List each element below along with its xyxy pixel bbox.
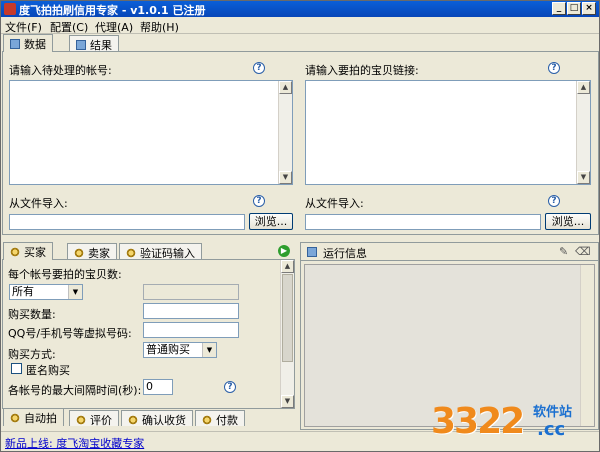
accounts-file-input[interactable] — [9, 214, 245, 230]
buyer-panel: 每个帐号要拍的宝贝数: 所有 ▼ 购买数量: QQ号/手机号等虚拟号码: 购买方… — [2, 259, 295, 409]
links-help-icon[interactable]: ? — [548, 62, 560, 74]
gear-icon — [10, 247, 20, 257]
links-textarea[interactable]: ▲ ▼ — [305, 80, 591, 185]
scroll-down-icon[interactable]: ▼ — [279, 171, 292, 184]
qq-input[interactable] — [143, 322, 239, 338]
watermark-site: 软件站 — [533, 405, 573, 420]
method-select-value: 普通购买 — [146, 343, 190, 356]
links-scrollbar[interactable]: ▲ ▼ — [576, 81, 590, 184]
tab-payment-label: 付款 — [216, 414, 238, 427]
accounts-import-label: 从文件导入: — [9, 197, 68, 210]
app-logo-icon — [4, 3, 16, 15]
menu-help[interactable]: 帮助(H) — [140, 19, 179, 35]
minimize-button[interactable]: _ — [552, 2, 566, 15]
scroll-up-icon[interactable]: ▲ — [577, 81, 590, 94]
tab-review-label: 评价 — [90, 414, 112, 427]
links-file-input[interactable] — [305, 214, 541, 230]
tab-data-label: 数据 — [24, 38, 46, 51]
maximize-button[interactable]: □ — [567, 2, 581, 15]
close-button[interactable]: × — [582, 2, 596, 15]
tab-results[interactable]: 结果 — [69, 35, 119, 52]
news-link[interactable]: 新品上线: 度飞淘宝收藏专家 — [5, 435, 144, 451]
role-tab-bar: 买家 卖家 验证码输入 ▶ — [1, 242, 297, 260]
items-select-value: 所有 — [12, 285, 34, 298]
tab-confirm-receipt-label: 确认收货 — [142, 414, 186, 427]
scroll-up-icon[interactable]: ▲ — [281, 260, 294, 273]
quantity-input[interactable] — [143, 303, 239, 319]
tab-captcha[interactable]: 验证码输入 — [119, 243, 202, 260]
accounts-scrollbar[interactable]: ▲ ▼ — [278, 81, 292, 184]
gear-icon — [76, 415, 86, 425]
play-icon[interactable]: ▶ — [278, 245, 290, 257]
tab-review[interactable]: 评价 — [69, 410, 119, 427]
data-panel: 请输入待处理的帐号: ? ▲ ▼ 从文件导入: ? 浏览... 请输入要拍的宝贝… — [2, 51, 599, 235]
scroll-down-icon[interactable]: ▼ — [281, 395, 294, 408]
chevron-down-icon: ▼ — [68, 285, 82, 299]
links-label: 请输入要拍的宝贝链接: — [305, 64, 419, 77]
accounts-help-icon[interactable]: ? — [253, 62, 265, 74]
tab-buyer-label: 买家 — [24, 246, 46, 259]
links-import-help-icon[interactable]: ? — [548, 195, 560, 207]
gear-icon — [74, 248, 84, 258]
info-icon — [307, 247, 317, 257]
watermark-number: 3322 — [431, 401, 525, 442]
interval-label: 各帐号的最大间隔时间(秒): — [8, 384, 142, 397]
app-window: 度飞拍拍刷信用专家 - v1.0.1 已注册 _ □ × 文件(F) 配置(C)… — [0, 0, 600, 452]
menu-config[interactable]: 配置(C) — [50, 19, 88, 35]
tab-buyer[interactable]: 买家 — [3, 242, 53, 260]
chevron-down-icon: ▼ — [202, 343, 216, 357]
tab-payment[interactable]: 付款 — [195, 410, 245, 427]
gear-icon — [10, 413, 20, 423]
interval-input[interactable]: 0 — [143, 379, 173, 395]
document-icon — [76, 40, 86, 50]
gear-icon — [128, 415, 138, 425]
accounts-textarea[interactable]: ▲ ▼ — [9, 80, 293, 185]
menu-bar: 文件(F) 配置(C) 代理(A) 帮助(H) — [1, 17, 599, 35]
watermark-domain: .cc — [537, 419, 566, 440]
items-count-input — [143, 284, 239, 300]
buyer-panel-scrollbar[interactable]: ▲ ▼ — [280, 260, 294, 408]
window-title: 度飞拍拍刷信用专家 - v1.0.1 已注册 — [19, 4, 206, 17]
interval-help-icon[interactable]: ? — [224, 381, 236, 393]
items-select[interactable]: 所有 ▼ — [9, 284, 83, 300]
action-tab-bar: 自动拍 评价 确认收货 付款 — [1, 408, 297, 427]
run-info-title: 运行信息 — [323, 247, 367, 260]
gear-icon — [202, 415, 212, 425]
clear-icon[interactable]: ✎ — [559, 245, 568, 258]
accounts-browse-button[interactable]: 浏览... — [249, 213, 293, 230]
site-watermark: 3322 软件站 .cc — [431, 395, 599, 451]
scroll-up-icon[interactable]: ▲ — [279, 81, 292, 94]
accounts-label: 请输入待处理的帐号: — [9, 64, 112, 77]
tab-confirm-receipt[interactable]: 确认收货 — [121, 410, 193, 427]
method-select[interactable]: 普通购买 ▼ — [143, 342, 217, 358]
gear-icon — [126, 248, 136, 258]
accounts-import-help-icon[interactable]: ? — [253, 195, 265, 207]
qq-label: QQ号/手机号等虚拟号码: — [8, 327, 132, 340]
menu-file[interactable]: 文件(F) — [5, 19, 42, 35]
title-bar[interactable]: 度飞拍拍刷信用专家 - v1.0.1 已注册 _ □ × — [1, 1, 599, 17]
method-label: 购买方式: — [8, 348, 56, 361]
tab-data[interactable]: 数据 — [3, 34, 53, 52]
run-info-header: 运行信息 ✎ ⌫ — [301, 243, 598, 261]
anonymous-label: 匿名购买 — [26, 364, 70, 377]
scroll-down-icon[interactable]: ▼ — [577, 171, 590, 184]
document-icon — [10, 39, 20, 49]
tab-seller[interactable]: 卖家 — [67, 243, 117, 260]
links-browse-button[interactable]: 浏览... — [545, 213, 591, 230]
tab-auto-buy[interactable]: 自动拍 — [3, 408, 64, 426]
scroll-thumb[interactable] — [282, 274, 293, 362]
anonymous-checkbox[interactable] — [11, 363, 22, 374]
items-per-account-label: 每个帐号要拍的宝贝数: — [8, 268, 122, 281]
main-tab-bar: 数据 结果 — [1, 34, 599, 52]
links-import-label: 从文件导入: — [305, 197, 364, 210]
tab-auto-buy-label: 自动拍 — [24, 412, 57, 425]
quantity-label: 购买数量: — [8, 308, 56, 321]
menu-proxy[interactable]: 代理(A) — [95, 19, 133, 35]
eraser-icon[interactable]: ⌫ — [575, 245, 591, 258]
